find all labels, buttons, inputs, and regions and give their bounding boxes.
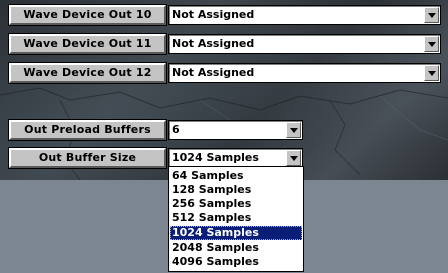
out-preload-buffers-value: 6 — [172, 123, 180, 136]
list-item[interactable]: 64 Samples — [170, 169, 302, 183]
list-item[interactable]: 256 Samples — [170, 197, 302, 211]
wave-device-out-10-select[interactable]: Not Assigned — [168, 5, 441, 25]
out-preload-buffers-button[interactable]: Out Preload Buffers — [8, 119, 167, 141]
wave-device-out-12-select[interactable]: Not Assigned — [168, 63, 441, 83]
chevron-down-icon[interactable] — [286, 122, 301, 138]
chevron-down-icon[interactable] — [424, 7, 439, 23]
chevron-down-icon[interactable] — [286, 150, 301, 166]
buffer-size-dropdown-list[interactable]: 64 Samples 128 Samples 256 Samples 512 S… — [168, 166, 304, 272]
wave-device-out-11-select[interactable]: Not Assigned — [168, 34, 441, 54]
out-preload-buffers-select[interactable]: 6 — [168, 120, 303, 140]
out-buffer-size-button[interactable]: Out Buffer Size — [8, 147, 167, 169]
wave-device-out-10-button[interactable]: Wave Device Out 10 — [8, 4, 167, 26]
chevron-down-icon[interactable] — [424, 36, 439, 52]
chevron-down-icon[interactable] — [424, 65, 439, 81]
list-item-selected[interactable]: 1024 Samples — [170, 226, 302, 240]
wave-device-out-11-button[interactable]: Wave Device Out 11 — [8, 33, 167, 55]
list-item[interactable]: 512 Samples — [170, 211, 302, 225]
wave-device-out-12-value: Not Assigned — [172, 66, 255, 79]
wave-device-out-11-value: Not Assigned — [172, 37, 255, 50]
wave-device-out-12-button[interactable]: Wave Device Out 12 — [8, 62, 167, 84]
list-item[interactable]: 2048 Samples — [170, 241, 302, 255]
list-item[interactable]: 4096 Samples — [170, 255, 302, 269]
list-item[interactable]: 128 Samples — [170, 183, 302, 197]
out-buffer-size-value: 1024 Samples — [172, 151, 259, 164]
wave-device-out-10-value: Not Assigned — [172, 8, 255, 21]
out-buffer-size-select[interactable]: 1024 Samples — [168, 148, 303, 168]
